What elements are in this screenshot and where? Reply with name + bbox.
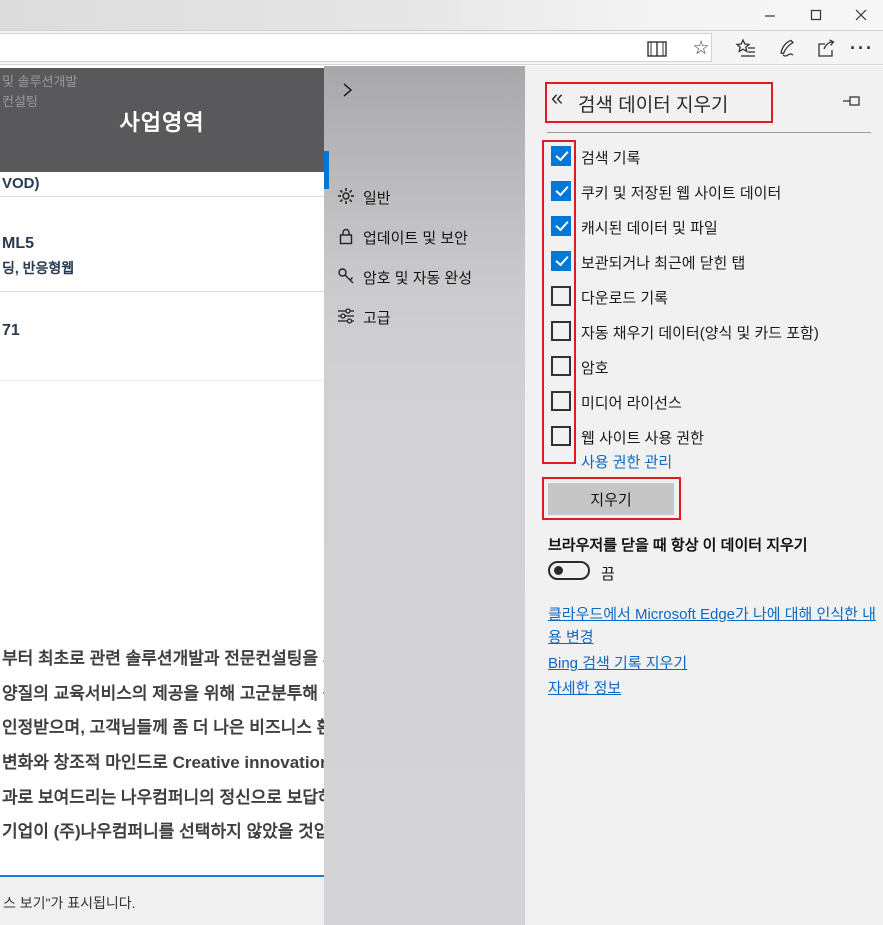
toggle-state-label: 끔 (601, 563, 615, 584)
reading-view-button[interactable] (646, 38, 668, 60)
page-banner: 및 솔루션개발 컨설팅 사업영역 (0, 68, 324, 172)
checkbox-label: 다운로드 기록 (581, 287, 668, 308)
checkbox-media-licenses[interactable] (551, 391, 571, 411)
clear-button[interactable]: 지우기 (548, 483, 674, 515)
more-dots-icon: ··· (850, 41, 874, 55)
checkbox-cached-data[interactable] (551, 216, 571, 236)
maximize-icon (810, 9, 822, 21)
web-note-button[interactable] (775, 37, 799, 59)
background-webpage: 및 솔루션개발 컨설팅 사업영역 VOD) ML5 딩, 반응형웹 71 부터 … (0, 66, 324, 925)
checkbox-passwords[interactable] (551, 356, 571, 376)
sidebar-item-label: 고급 (363, 307, 391, 328)
header-separator (547, 132, 871, 133)
paragraph-line: 변화와 창조적 마인드로 Creative innovation을 (2, 748, 324, 773)
checkbox-label: 암호 (581, 357, 609, 378)
settings-menu-sidebar: 일반 업데이트 및 보안 암호 및 자동 완성 (324, 66, 525, 925)
always-clear-toggle[interactable] (548, 561, 590, 580)
sidebar-item-passwords-autofill[interactable]: 암호 및 자동 완성 (324, 256, 525, 296)
cloud-data-link[interactable]: 클라우드에서 Microsoft Edge가 나에 대해 인식한 내용 변경 (548, 603, 880, 649)
paragraph-line: 과로 보여드리는 나우컴퍼니의 정신으로 보답하겠 (2, 783, 324, 808)
panel-links: 클라우드에서 Microsoft Edge가 나에 대해 인식한 내용 변경 B… (548, 603, 880, 700)
paragraph-line: 인정받으며, 고객님들께 좀 더 나은 비즈니스 환경 (2, 713, 324, 738)
checkbox-row: 캐시된 데이터 및 파일 (525, 216, 883, 240)
page-list-row: ML5 딩, 반응형웹 (0, 197, 324, 292)
checkbox-row: 자동 채우기 데이터(양식 및 카드 포함) (525, 321, 883, 345)
close-button[interactable] (838, 0, 883, 29)
row-text: 딩, 반응형웹 (2, 258, 74, 278)
page-status-bar: 스 보기"가 표시됩니다. (0, 875, 324, 925)
favorites-list-icon (736, 39, 756, 58)
page-title: 사업영역 (0, 105, 324, 137)
checkbox-row: 미디어 라이선스 (525, 391, 883, 415)
checkbox-label: 웹 사이트 사용 권한 (581, 427, 704, 448)
checkbox-autofill-data[interactable] (551, 321, 571, 341)
checkbox-label: 쿠키 및 저장된 웹 사이트 데이터 (581, 182, 781, 203)
add-favorite-button[interactable]: ☆ (690, 38, 712, 60)
page-list-row: 71 (0, 292, 324, 381)
edge-browser-window: ☆ ··· (0, 0, 883, 925)
bing-history-link[interactable]: Bing 검색 기록 지우기 (548, 652, 880, 675)
sidebar-item-label: 암호 및 자동 완성 (363, 267, 472, 288)
paragraph-line: 부터 최초로 관련 솔루션개발과 전문컨설팅을 시작 (2, 644, 324, 669)
share-button[interactable] (814, 37, 838, 59)
active-item-indicator (324, 151, 329, 189)
checkbox-row: 쿠키 및 저장된 웹 사이트 데이터 (525, 181, 883, 205)
paragraph-line: 기업이 (주)나우컴퍼니를 선택하지 않았을 것입니 (2, 817, 324, 842)
reading-view-book-icon (647, 41, 667, 58)
gear-icon (336, 186, 356, 206)
checkbox-tabs[interactable] (551, 251, 571, 271)
back-button[interactable]: « (551, 86, 563, 110)
checkbox-browsing-history[interactable] (551, 146, 571, 166)
checkbox-label: 검색 기록 (581, 147, 640, 168)
status-text: 스 보기"가 표시됩니다. (3, 893, 136, 913)
share-icon (816, 39, 836, 58)
checkbox-cookies[interactable] (551, 181, 571, 201)
manage-permissions-link[interactable]: 사용 권한 관리 (581, 451, 672, 472)
page-list-row: VOD) (0, 172, 324, 197)
clear-browsing-data-panel: « 검색 데이터 지우기 검색 기록 쿠키 및 저장된 웹 사이트 데이터 캐시… (525, 66, 883, 925)
paragraph-line: 양질의 교육서비스의 제공을 위해 고군분투해 왔 (2, 679, 324, 704)
checkbox-label: 미디어 라이선스 (581, 392, 682, 413)
sidebar-item-general[interactable]: 일반 (324, 176, 525, 216)
sidebar-item-label: 업데이트 및 보안 (363, 227, 468, 248)
checkbox-download-history[interactable] (551, 286, 571, 306)
expand-menu-button[interactable] (337, 80, 357, 100)
sidebar-item-advanced[interactable]: 고급 (324, 296, 525, 336)
pin-icon (843, 93, 863, 109)
lock-icon (336, 226, 356, 246)
sidebar-item-label: 일반 (363, 187, 391, 208)
pen-icon (777, 39, 797, 58)
checkbox-row: 보관되거나 최근에 닫힌 탭 (525, 251, 883, 275)
star-icon: ☆ (692, 39, 709, 59)
minimize-icon (764, 9, 776, 21)
checkbox-site-permissions[interactable] (551, 426, 571, 446)
dropdown-item: 및 솔루션개발 (2, 71, 77, 90)
browser-toolbar: ☆ ··· (0, 30, 883, 65)
checkbox-label: 캐시된 데이터 및 파일 (581, 217, 718, 238)
checkbox-row: 검색 기록 (525, 146, 883, 170)
row-text: ML5 (2, 235, 34, 253)
sidebar-item-update-security[interactable]: 업데이트 및 보안 (324, 216, 525, 256)
checkbox-label: 보관되거나 최근에 닫힌 탭 (581, 252, 745, 273)
checkbox-label: 자동 채우기 데이터(양식 및 카드 포함) (581, 322, 819, 343)
checkbox-row: 다운로드 기록 (525, 286, 883, 310)
title-bar (0, 0, 883, 30)
sliders-icon (336, 306, 356, 326)
hub-favorites-button[interactable] (734, 37, 758, 59)
row-text: 71 (2, 322, 20, 340)
always-clear-label: 브라우저를 닫을 때 항상 이 데이터 지우기 (548, 534, 808, 555)
more-actions-button[interactable]: ··· (850, 37, 874, 59)
learn-more-link[interactable]: 자세한 정보 (548, 677, 880, 700)
chevron-right-icon (339, 82, 355, 98)
minimize-button[interactable] (747, 0, 792, 29)
key-icon (336, 266, 356, 286)
address-bar[interactable]: ☆ (0, 33, 712, 62)
close-icon (855, 9, 867, 21)
checkbox-row: 암호 (525, 356, 883, 380)
panel-title: 검색 데이터 지우기 (578, 90, 728, 117)
row-text: VOD) (2, 175, 40, 192)
pin-panel-button[interactable] (843, 93, 863, 109)
maximize-button[interactable] (793, 0, 838, 29)
checkbox-row: 웹 사이트 사용 권한 (525, 426, 883, 450)
